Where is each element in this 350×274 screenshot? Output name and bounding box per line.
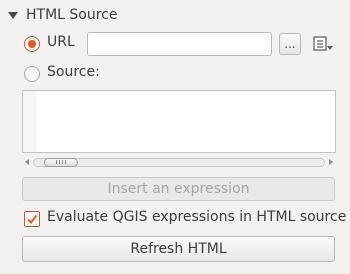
scrollbar-thumb[interactable]: [44, 157, 78, 167]
expression-dropdown-icon[interactable]: [311, 33, 335, 55]
horizontal-scrollbar[interactable]: [22, 156, 336, 168]
insert-expression-label: Insert an expression: [107, 181, 250, 197]
grip-line: [62, 160, 63, 164]
section-title: HTML Source: [26, 7, 118, 23]
source-text-area[interactable]: [22, 90, 336, 153]
line-number-gutter: [23, 91, 37, 152]
checkmark-icon: [27, 214, 38, 225]
refresh-html-label: Refresh HTML: [130, 241, 227, 257]
refresh-html-button[interactable]: Refresh HTML: [22, 236, 335, 262]
radio-selected-dot: [28, 40, 36, 48]
scroll-left-arrow-icon[interactable]: [25, 159, 29, 165]
grip-line: [59, 160, 60, 164]
url-label: URL: [47, 34, 75, 50]
collapse-triangle-icon[interactable]: [8, 11, 18, 19]
url-input[interactable]: [87, 32, 272, 56]
grip-line: [56, 160, 57, 164]
scroll-right-arrow-icon[interactable]: [329, 159, 333, 165]
evaluate-expressions-checkbox[interactable]: [24, 211, 40, 227]
data-defined-override-icon: [313, 36, 333, 51]
url-radio[interactable]: [24, 36, 40, 52]
browse-button[interactable]: ...: [279, 33, 301, 55]
section-header-html-source[interactable]: HTML Source: [8, 4, 118, 26]
insert-expression-button[interactable]: Insert an expression: [22, 177, 335, 201]
browse-button-label: ...: [284, 37, 296, 51]
source-label: Source:: [47, 64, 100, 80]
grip-line: [65, 160, 66, 164]
source-radio[interactable]: [24, 66, 40, 82]
scrollbar-track[interactable]: [33, 157, 325, 167]
evaluate-expressions-label[interactable]: Evaluate QGIS expressions in HTML source: [47, 209, 346, 225]
